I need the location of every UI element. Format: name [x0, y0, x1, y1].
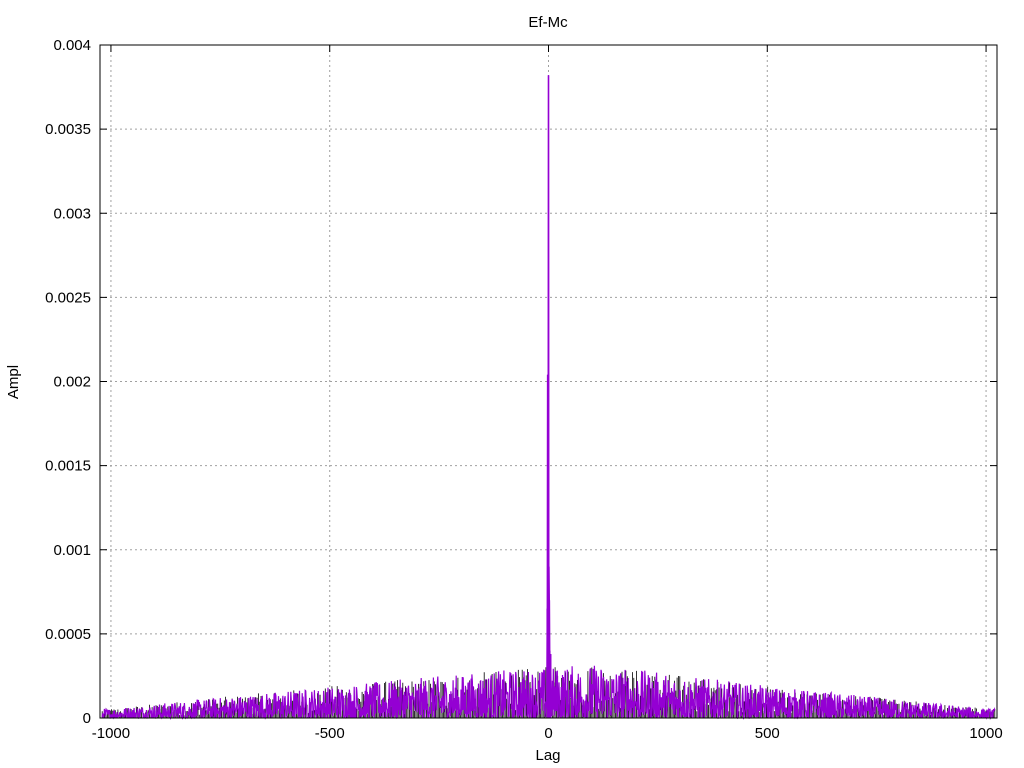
x-axis-label: Lag: [535, 747, 560, 764]
x-tick-label: 500: [755, 725, 780, 742]
y-tick-label: 0.004: [53, 37, 91, 54]
chart: -1000 -500 0 500 1000 0 0.0005 0.001 0.0015 0.002…: [0, 0, 1024, 768]
y-tick-label: 0.0005: [45, 626, 91, 643]
y-tick-label: 0.001: [53, 542, 91, 559]
y-tick-label: 0.0015: [45, 458, 91, 475]
x-tick-label: -1000: [92, 725, 130, 742]
y-tick-label: 0: [83, 710, 91, 727]
y-tick-label: 0.0035: [45, 121, 91, 138]
y-tick-label: 0.0025: [45, 289, 91, 306]
y-axis-label: Ampl: [5, 365, 22, 399]
chart-title: Ef-Mc: [528, 14, 568, 31]
chart-svg: -1000 -500 0 500 1000 0 0.0005 0.001 0.0015 0.002…: [5, 14, 1003, 764]
x-tick-label: 1000: [969, 725, 1002, 742]
y-tick-label: 0.003: [53, 205, 91, 222]
x-tick-label: 0: [544, 725, 552, 742]
y-tick-label: 0.002: [53, 374, 91, 391]
x-tick-label: -500: [315, 725, 345, 742]
